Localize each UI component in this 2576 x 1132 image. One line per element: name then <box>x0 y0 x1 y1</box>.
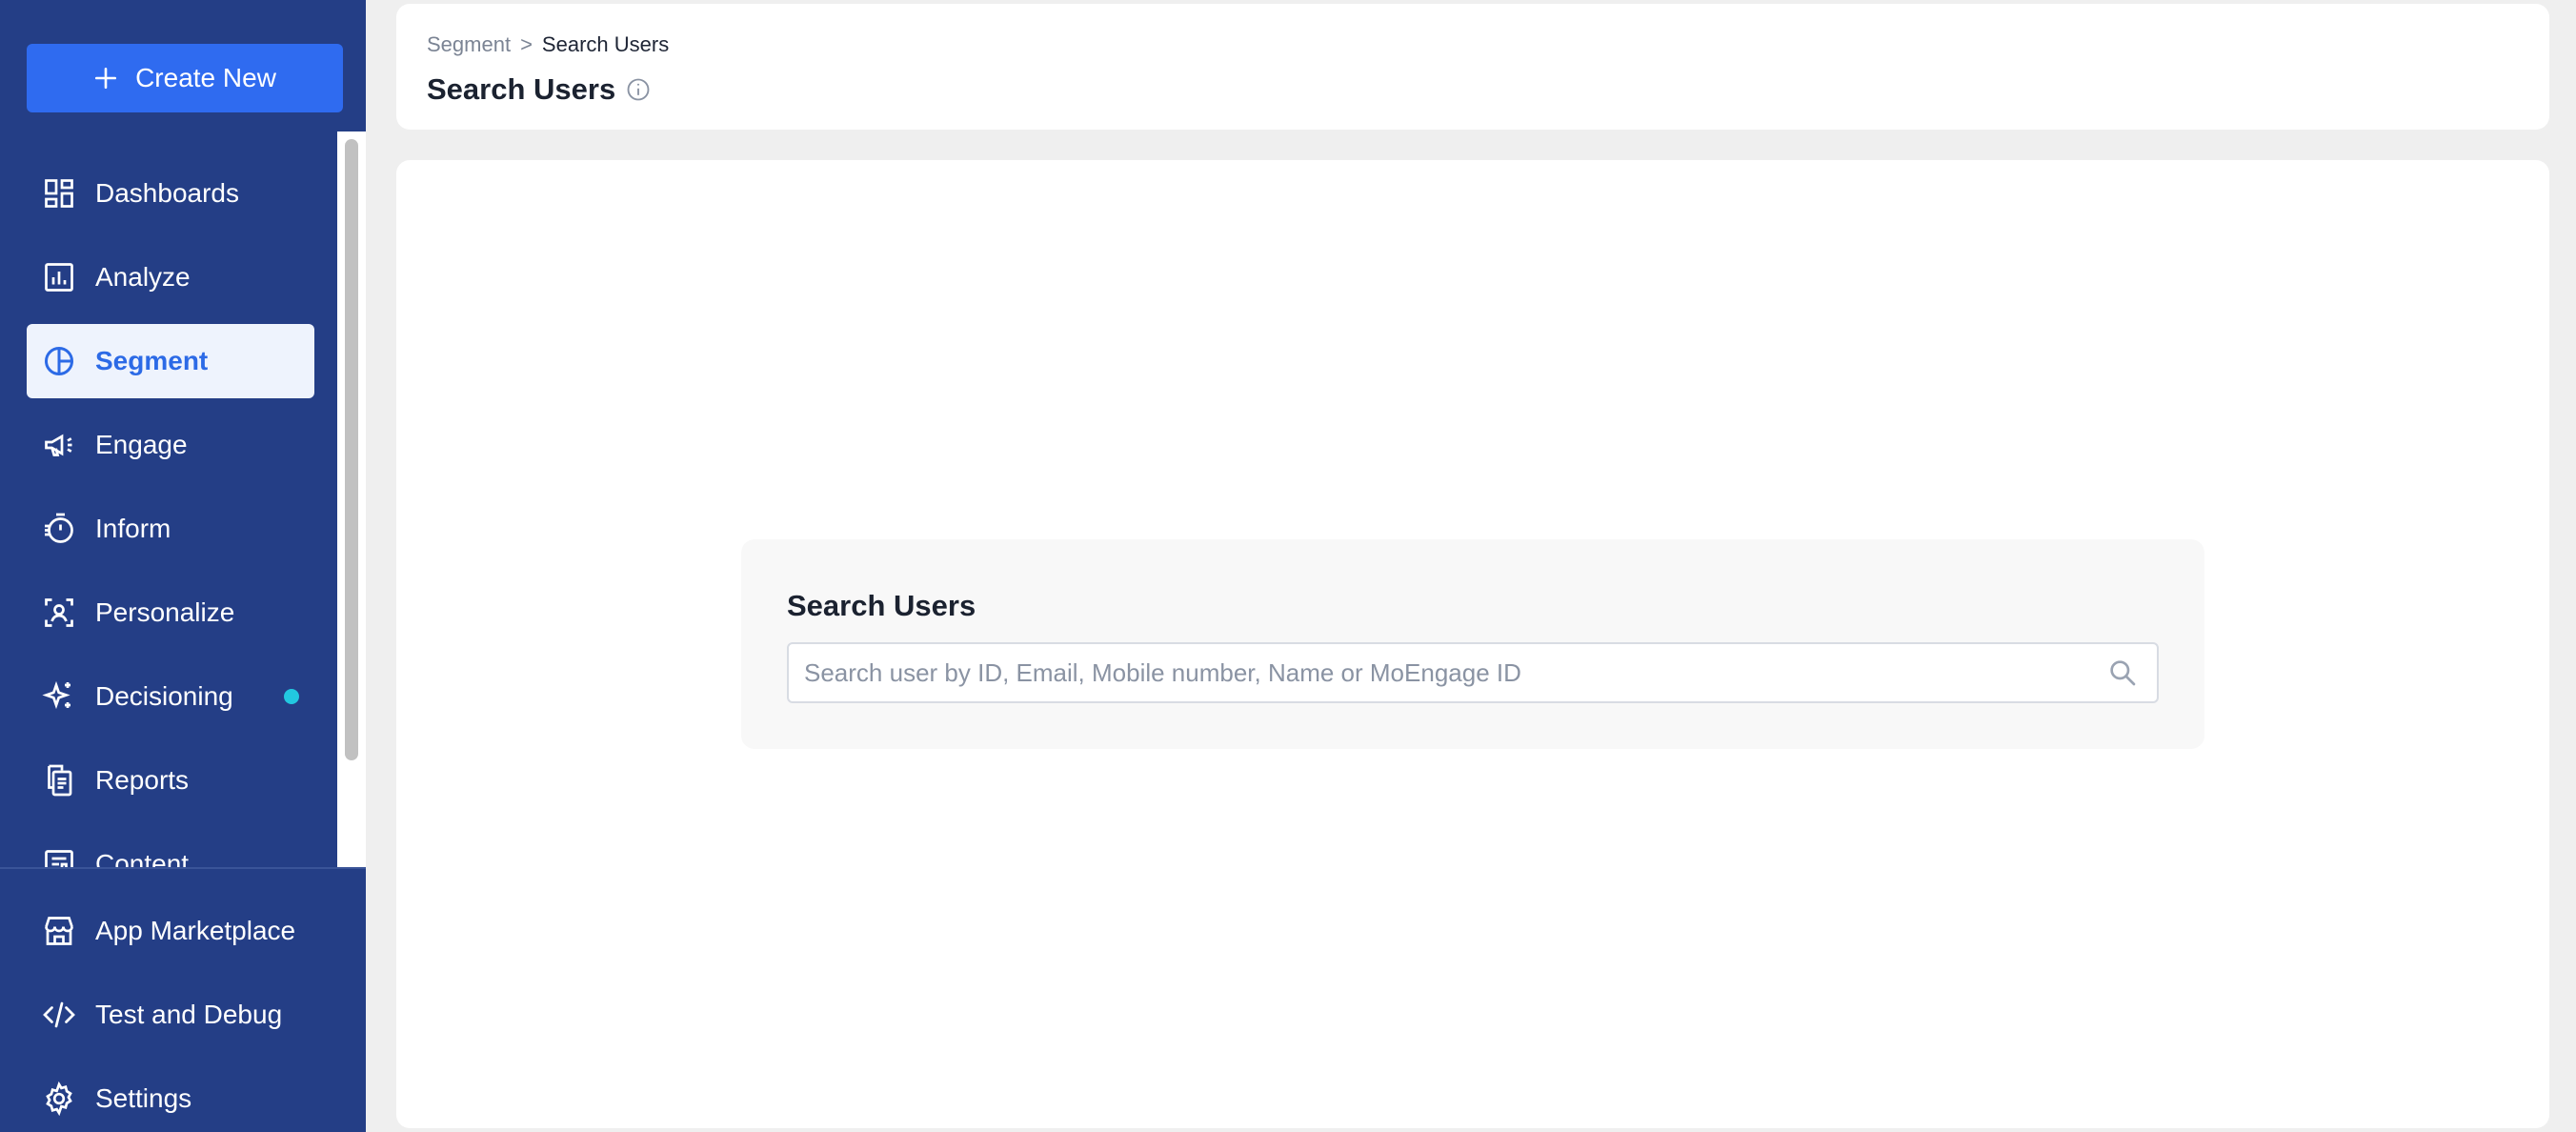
sidebar-scrollbar[interactable] <box>337 131 366 867</box>
sidebar-item-label: App Marketplace <box>95 916 296 945</box>
search-icon[interactable] <box>2107 657 2138 688</box>
sidebar: Create New Dashboards Analyze Segment En… <box>0 0 366 1132</box>
nav-scroll-area: Dashboards Analyze Segment Engage Inform <box>0 131 366 867</box>
stopwatch-icon <box>42 512 76 546</box>
content-icon <box>42 847 76 867</box>
breadcrumb: Segment > Search Users <box>427 32 669 57</box>
sidebar-item-test-and-debug[interactable]: Test and Debug <box>27 978 314 1052</box>
sparkle-icon <box>42 679 76 714</box>
store-icon <box>42 914 76 948</box>
plus-icon <box>95 67 117 90</box>
sidebar-item-label: Test and Debug <box>95 1000 283 1029</box>
create-new-label: Create New <box>135 63 276 92</box>
megaphone-icon <box>42 428 76 462</box>
dashboard-icon <box>42 176 76 211</box>
sidebar-item-label: Inform <box>95 514 171 543</box>
sidebar-item-label: Dashboards <box>95 178 239 208</box>
info-icon[interactable] <box>625 76 652 103</box>
sidebar-item-label: Settings <box>95 1083 192 1113</box>
search-panel-title: Search Users <box>787 589 976 622</box>
user-frame-icon <box>42 596 76 630</box>
new-badge-dot <box>284 689 299 704</box>
page-title-row: Search Users <box>427 72 652 107</box>
main-content: Search Users <box>396 160 2549 1128</box>
breadcrumb-link-segment[interactable]: Segment <box>427 32 511 57</box>
breadcrumb-current: Search Users <box>541 32 670 56</box>
sidebar-item-label: Reports <box>95 765 190 795</box>
sidebar-item-label: Decisioning <box>95 681 233 711</box>
sidebar-item-dashboards[interactable]: Dashboards <box>27 156 314 231</box>
bar-chart-icon <box>42 260 76 294</box>
create-new-button[interactable]: Create New <box>27 44 343 112</box>
gear-icon <box>42 1081 76 1116</box>
sidebar-item-label: Engage <box>95 430 188 459</box>
sidebar-divider <box>0 867 366 869</box>
sidebar-item-settings[interactable]: Settings <box>27 1061 314 1132</box>
sidebar-item-segment[interactable]: Segment <box>27 324 314 398</box>
sidebar-item-personalize[interactable]: Personalize <box>27 576 314 650</box>
sidebar-item-label: Segment <box>95 346 209 375</box>
breadcrumb-separator: > <box>520 32 533 56</box>
sidebar-item-content[interactable]: Content <box>27 827 314 867</box>
sidebar-item-engage[interactable]: Engage <box>27 408 314 482</box>
search-users-panel: Search Users <box>741 539 2204 749</box>
sidebar-item-reports[interactable]: Reports <box>27 743 314 818</box>
search-input[interactable] <box>789 644 2157 701</box>
sidebar-item-label: Content <box>95 849 190 867</box>
sidebar-item-label: Analyze <box>95 262 191 292</box>
search-box <box>787 642 2159 703</box>
page-title: Search Users <box>427 72 616 106</box>
sidebar-item-decisioning[interactable]: Decisioning <box>27 659 314 734</box>
sidebar-scrollbar-thumb[interactable] <box>345 139 358 760</box>
sidebar-item-inform[interactable]: Inform <box>27 492 314 566</box>
sidebar-item-app-marketplace[interactable]: App Marketplace <box>27 894 314 968</box>
report-icon <box>42 763 76 798</box>
sidebar-item-analyze[interactable]: Analyze <box>27 240 314 314</box>
code-icon <box>42 998 76 1032</box>
page-header: Segment > Search Users Search Users <box>396 4 2549 130</box>
sidebar-item-label: Personalize <box>95 597 235 627</box>
pie-chart-icon <box>42 344 76 378</box>
